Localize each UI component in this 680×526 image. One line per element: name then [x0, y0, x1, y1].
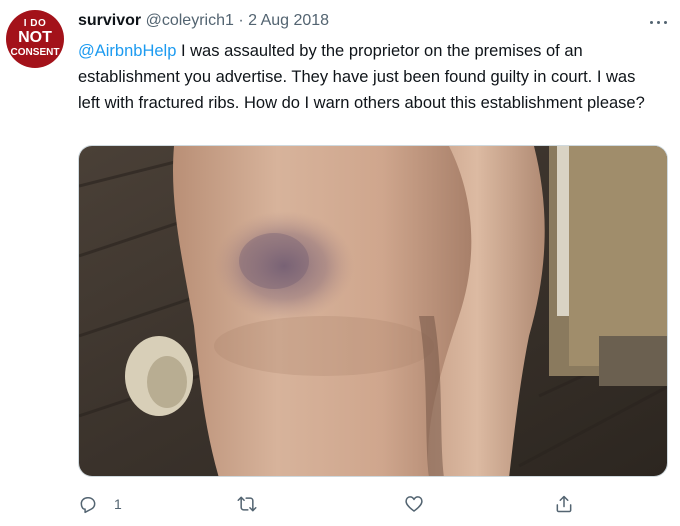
reply-count: 1 — [114, 496, 122, 512]
display-name[interactable]: survivor — [78, 12, 141, 29]
photo-of-bruised-leg — [79, 146, 667, 476]
avatar-text-line3: CONSENT — [10, 47, 60, 58]
tweet-text: @AirbnbHelp I was assaulted by the propr… — [78, 38, 648, 116]
retweet-icon — [237, 496, 257, 512]
tweet-date[interactable]: 2 Aug 2018 — [248, 12, 329, 29]
avatar-text-line1: I DO — [23, 18, 47, 29]
reply-icon — [80, 497, 96, 514]
tweet: I DO NOT CONSENT survivor @coleyrich1 · … — [0, 0, 680, 526]
share-button[interactable] — [554, 492, 584, 518]
tweet-header: survivor @coleyrich1 · 2 Aug 2018 — [78, 12, 329, 34]
user-handle[interactable]: @coleyrich1 — [146, 12, 234, 29]
share-icon — [556, 495, 572, 513]
avatar-text-line2: NOT — [18, 29, 52, 46]
more-options-icon[interactable] — [649, 12, 669, 32]
retweet-button[interactable] — [236, 492, 266, 518]
action-bar: 1 — [78, 492, 668, 518]
avatar[interactable]: I DO NOT CONSENT — [6, 10, 64, 68]
reply-button[interactable]: 1 — [78, 492, 138, 518]
mention-link[interactable]: @AirbnbHelp — [78, 42, 176, 60]
tweet-photo[interactable] — [78, 145, 668, 477]
separator-dot: · — [238, 12, 244, 29]
like-button[interactable] — [404, 492, 434, 518]
like-icon — [405, 496, 423, 512]
